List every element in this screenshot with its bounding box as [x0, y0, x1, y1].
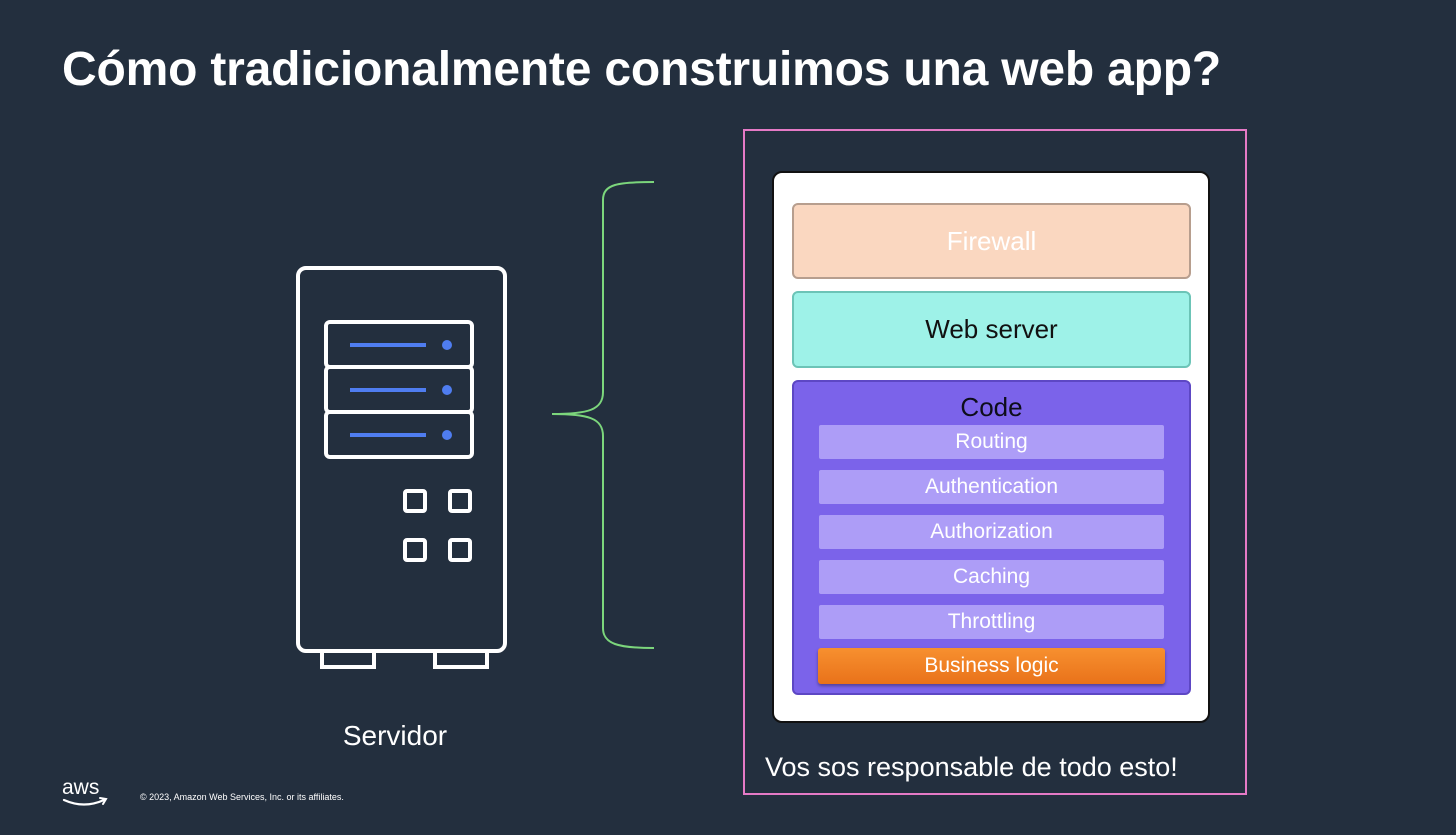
business-logic-item: Business logic — [818, 648, 1165, 684]
server-icon — [296, 266, 507, 669]
copyright-text: © 2023, Amazon Web Services, Inc. or its… — [140, 792, 344, 802]
web-server-layer: Web server — [792, 291, 1191, 368]
responsibility-caption: Vos sos responsable de todo esto! — [765, 752, 1178, 782]
routing-item: Routing — [819, 425, 1164, 459]
authentication-item: Authentication — [819, 470, 1164, 504]
web-server-label: Web server — [925, 314, 1058, 344]
firewall-layer: Firewall — [792, 203, 1191, 279]
server-label: Servidor — [342, 720, 448, 751]
slide-title: Cómo tradicionalmente construimos una we… — [62, 43, 1221, 96]
caching-item: Caching — [819, 560, 1164, 594]
firewall-label: Firewall — [946, 225, 1037, 256]
authorization-item: Authorization — [819, 515, 1164, 549]
throttling-item: Throttling — [819, 605, 1164, 639]
aws-logo-text: aws — [62, 776, 99, 799]
curly-brace — [551, 181, 655, 649]
aws-logo-icon: aws — [62, 776, 108, 806]
code-label: Code — [960, 392, 1023, 422]
